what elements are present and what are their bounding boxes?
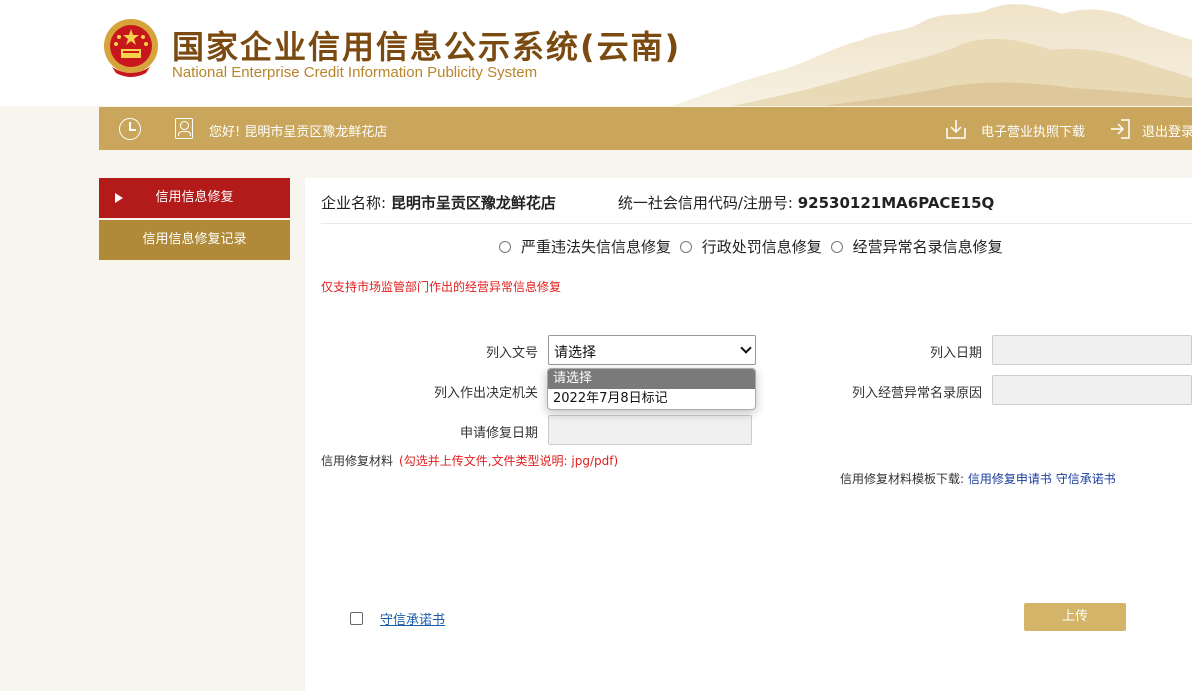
greeting-text: 您好! 昆明市呈贡区豫龙鲜花店 xyxy=(209,125,388,140)
download-icon[interactable] xyxy=(945,118,967,140)
code-value: 92530121MA6PACE15Q xyxy=(797,194,995,212)
divider xyxy=(321,223,1192,224)
radio-circle-icon[interactable] xyxy=(830,240,843,253)
template-link-application[interactable]: 信用修复申请书 xyxy=(968,472,1052,486)
main-panel: 企业名称: 昆明市呈贡区豫龙鲜花店 统一社会信用代码/注册号: 92530121M… xyxy=(305,178,1192,691)
radio-label: 严重违法失信信息修复 xyxy=(521,238,672,256)
logout-link[interactable]: 退出登录 xyxy=(1142,121,1192,140)
apply-date-field[interactable] xyxy=(548,415,752,445)
sidebar-item-credit-repair[interactable]: 信用信息修复 xyxy=(99,178,290,218)
national-emblem-icon xyxy=(104,19,158,77)
mountain-landscape-decoration xyxy=(672,4,1192,106)
template-download: 信用修复材料模板下载: 信用修复申请书 守信承诺书 xyxy=(840,470,1116,487)
sidebar-item-label: 信用信息修复 xyxy=(155,190,234,205)
reason-label: 列入经营异常名录原因 xyxy=(851,386,982,401)
radio-circle-icon[interactable] xyxy=(499,240,511,253)
doc-number-dropdown: 请选择 2022年7月8日标记 xyxy=(547,368,756,410)
chevron-down-icon xyxy=(740,342,752,354)
company-label: 企业名称: xyxy=(321,194,391,212)
user-badge-icon xyxy=(175,118,193,139)
repair-type-radio-group: 严重违法失信信息修复 行政处罚信息修复 经营异常名录信息修复 xyxy=(499,236,1007,257)
authority-label: 列入作出决定机关 xyxy=(433,386,538,401)
upload-button[interactable]: 上传 xyxy=(1024,603,1126,631)
template-link-pledge[interactable]: 守信承诺书 xyxy=(1056,472,1116,486)
materials-note: (勾选并上传文件,文件类型说明: jpg/pdf) xyxy=(399,454,619,468)
site-title-cn: 国家企业信用信息公示系统(云南) xyxy=(172,28,682,66)
arrow-right-icon xyxy=(115,193,123,203)
dropdown-option[interactable]: 请选择 xyxy=(548,369,755,389)
apply-date-label: 申请修复日期 xyxy=(459,426,538,441)
dropdown-option[interactable]: 2022年7月8日标记 xyxy=(548,389,755,409)
notice-text: 仅支持市场监管部门作出的经营异常信息修复 xyxy=(321,280,562,294)
sidebar-item-repair-records[interactable]: 信用信息修复记录 xyxy=(99,220,290,260)
doc-number-label: 列入文号 xyxy=(485,346,538,361)
radio-label: 经营异常名录信息修复 xyxy=(852,238,1003,256)
radio-abnormal-operation[interactable]: 经营异常名录信息修复 xyxy=(830,236,1003,257)
materials-label: 信用修复材料 xyxy=(321,454,394,468)
sidebar: 信用信息修复 信用信息修复记录 xyxy=(99,178,290,262)
radio-serious-violation[interactable]: 严重违法失信信息修复 xyxy=(499,236,671,257)
license-download-link[interactable]: 电子营业执照下载 xyxy=(981,121,1085,140)
pledge-checkbox[interactable] xyxy=(350,612,363,625)
logout-icon[interactable] xyxy=(1109,118,1131,140)
select-value: 请选择 xyxy=(554,345,596,361)
list-date-label: 列入日期 xyxy=(929,346,982,361)
sidebar-item-label: 信用信息修复记录 xyxy=(142,232,247,247)
site-header: 国家企业信用信息公示系统(云南) National Enterprise Cre… xyxy=(0,0,1192,106)
company-name: 昆明市呈贡区豫龙鲜花店 xyxy=(390,194,556,212)
list-date-field[interactable] xyxy=(992,335,1192,365)
top-bar: 您好! 昆明市呈贡区豫龙鲜花店 电子营业执照下载 退出登录 xyxy=(99,107,1192,150)
clock-icon xyxy=(119,118,141,140)
radio-label: 行政处罚信息修复 xyxy=(701,238,822,256)
code-label: 统一社会信用代码/注册号: xyxy=(617,194,798,212)
company-info: 企业名称: 昆明市呈贡区豫龙鲜花店 统一社会信用代码/注册号: 92530121M… xyxy=(321,192,994,213)
doc-number-select[interactable]: 请选择 xyxy=(548,335,756,365)
template-label: 信用修复材料模板下载: xyxy=(840,472,968,486)
radio-circle-icon[interactable] xyxy=(679,240,692,253)
reason-field[interactable] xyxy=(992,375,1192,405)
pledge-link[interactable]: 守信承诺书 xyxy=(380,609,445,628)
radio-admin-penalty[interactable]: 行政处罚信息修复 xyxy=(679,236,822,257)
site-title-en: National Enterprise Credit Information P… xyxy=(172,64,538,81)
materials-section: 信用修复材料 (勾选并上传文件,文件类型说明: jpg/pdf) xyxy=(321,452,618,469)
